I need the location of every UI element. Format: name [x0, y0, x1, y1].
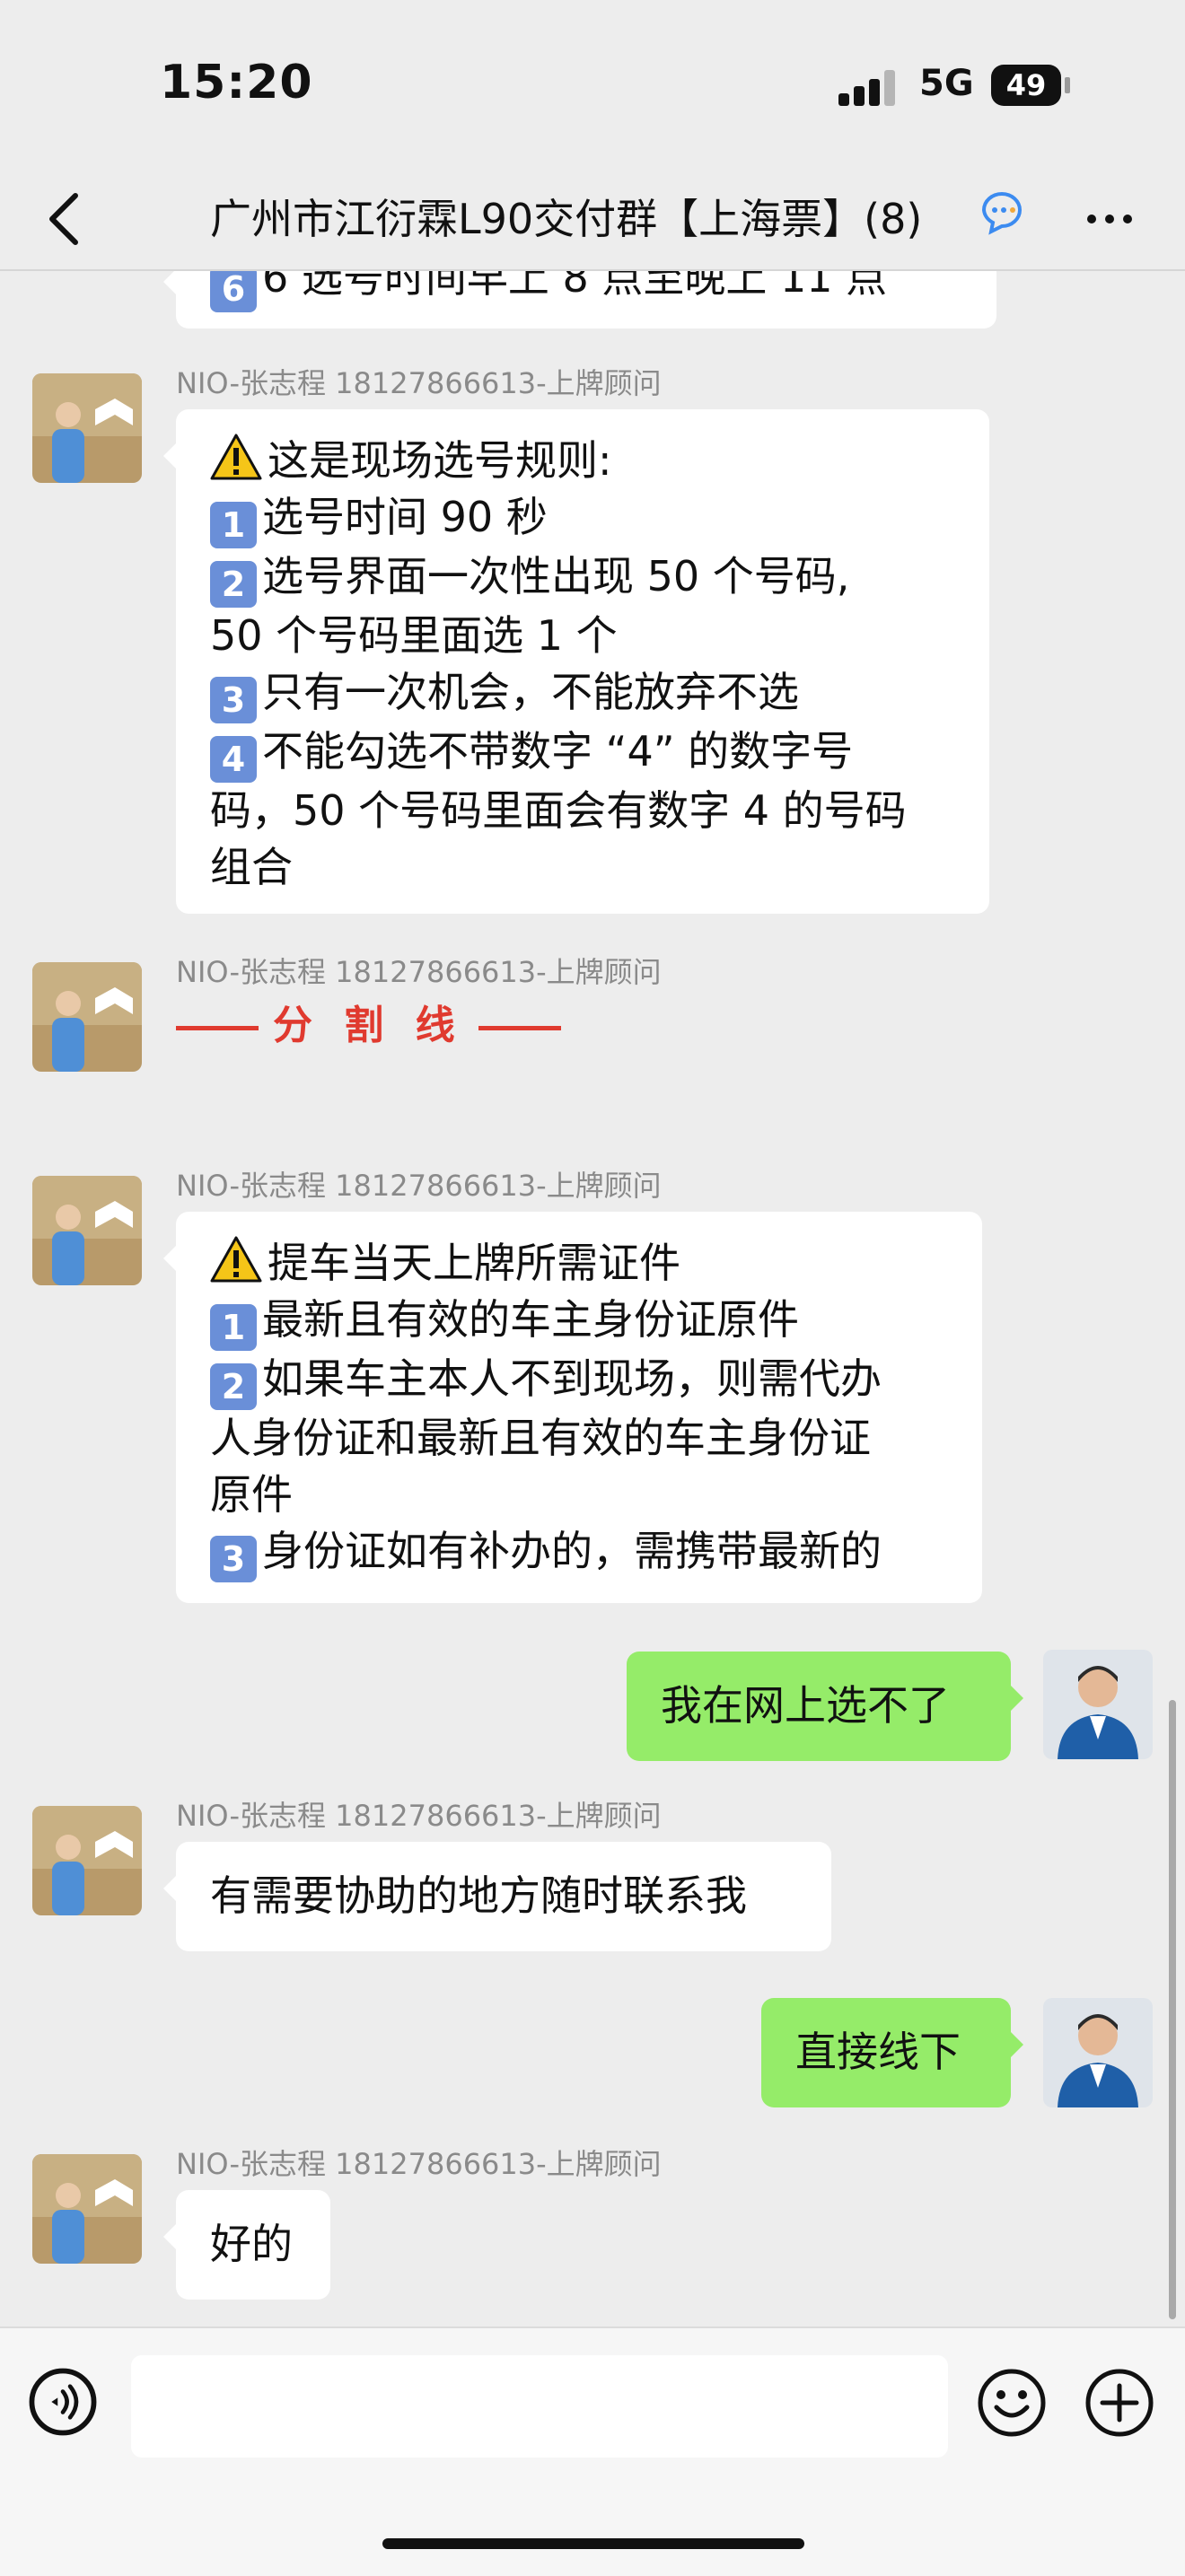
chat-title: 广州市江衍霖L90交付群【上海票】(8): [210, 195, 923, 243]
message-input[interactable]: [131, 2355, 948, 2458]
message-text: 只有一次机会，不能放弃不选: [262, 668, 799, 716]
message-text: 6 选号时间早上 8 点至晚上 11 点: [262, 271, 888, 302]
message-bubble[interactable]: 好的: [163, 2190, 330, 2300]
message-text: 码，50 个号码里面会有数字 4 的号码: [210, 786, 907, 835]
avatar[interactable]: [32, 962, 142, 1072]
avatar-image: [32, 2154, 142, 2264]
divider-message[interactable]: 分 割 线: [176, 993, 575, 1050]
input-bar: [0, 2326, 1185, 2576]
avatar-image: [32, 1176, 142, 1285]
back-chevron-icon[interactable]: [40, 183, 93, 255]
emoji-icon[interactable]: [977, 2368, 1047, 2438]
message-text: 原件: [210, 1470, 293, 1519]
message-line: 4 不能勾选不带数字 “4” 的数字号: [210, 723, 955, 783]
chat-bubble-icon[interactable]: [979, 188, 1025, 235]
signal-strength-icon: [838, 70, 901, 106]
avatar[interactable]: [32, 373, 142, 483]
message-text: 人身份证和最新且有效的车主身份证: [210, 1414, 871, 1462]
message-text: 选号界面一次性出现 50 个号码,: [262, 552, 850, 600]
avatar-image: [32, 1806, 142, 1915]
sender-name: NIO-张志程 18127866613-上牌顾问: [176, 1169, 662, 1203]
sender-name: NIO-张志程 18127866613-上牌顾问: [176, 366, 662, 400]
avatar[interactable]: [32, 2154, 142, 2264]
avatar-image: [1043, 1650, 1153, 1759]
keycap-icon: 2: [210, 1363, 257, 1410]
sender-name: NIO-张志程 18127866613-上牌顾问: [176, 2147, 662, 2181]
message-text: 这是现场选号规则:: [268, 436, 612, 485]
warning-icon: [210, 1236, 262, 1283]
message-bubble[interactable]: 66 选号时间早上 8 点至晚上 11 点: [163, 271, 996, 329]
message-list[interactable]: 66 选号时间早上 8 点至晚上 11 点 NIO-张志程 1812786661…: [0, 271, 1185, 2326]
message-text: 50 个号码里面选 1 个: [210, 611, 618, 660]
message-text: 好的: [210, 2220, 293, 2268]
message-bubble-outgoing[interactable]: 直接线下: [761, 1998, 1023, 2107]
voice-icon[interactable]: [29, 2368, 97, 2436]
scrollbar[interactable]: [1169, 1700, 1176, 2319]
message-text: 直接线下: [795, 2028, 961, 2076]
message-text: 组合: [210, 843, 293, 891]
chat-header: 广州市江衍霖L90交付群【上海票】(8): [0, 171, 1185, 269]
message-text: 身份证如有补办的，需携带最新的: [262, 1527, 882, 1575]
warning-icon: [210, 434, 262, 480]
battery-cap: [1065, 77, 1070, 93]
avatar[interactable]: [32, 1176, 142, 1285]
my-avatar[interactable]: [1043, 1998, 1153, 2107]
message-line: 提车当天上牌所需证件: [210, 1235, 948, 1292]
message-text: 最新且有效的车主身份证原件: [262, 1295, 799, 1344]
message-line: 2 如果车主本人不到现场，则需代办: [210, 1351, 948, 1410]
message-text: 不能勾选不带数字 “4” 的数字号: [262, 727, 854, 775]
avatar-image: [32, 962, 142, 1072]
more-dots-icon[interactable]: [1083, 192, 1137, 246]
divider-dash: [176, 1025, 259, 1030]
keycap-icon: 3: [210, 1536, 257, 1582]
message-line: 66 选号时间早上 8 点至晚上 11 点: [210, 271, 962, 312]
keycap-icon: 6: [210, 271, 257, 312]
keycap-icon: 1: [210, 502, 257, 548]
keycap-icon: 4: [210, 736, 257, 783]
message-bubble[interactable]: 这是现场选号规则: 1 选号时间 90 秒 2 选号界面一次性出现 50 个号码, …: [163, 409, 989, 914]
message-text: 如果车主本人不到现场，则需代办: [262, 1354, 882, 1403]
home-indicator[interactable]: [382, 2538, 804, 2549]
message-text: 提车当天上牌所需证件: [268, 1239, 680, 1287]
status-time: 15:20: [160, 56, 313, 110]
network-type: 5G: [919, 63, 974, 104]
keycap-icon: 1: [210, 1304, 257, 1351]
sender-name: NIO-张志程 18127866613-上牌顾问: [176, 955, 662, 989]
message-line: 这是现场选号规则:: [210, 433, 955, 489]
battery-icon: 49: [991, 65, 1061, 106]
message-text: 选号时间 90 秒: [262, 493, 548, 541]
message-bubble[interactable]: 有需要协助的地方随时联系我: [163, 1842, 831, 1951]
divider-label: 分 割 线: [273, 1003, 464, 1048]
message-line: 1 选号时间 90 秒: [210, 489, 955, 548]
divider-dash: [478, 1025, 561, 1030]
status-bar: 15:20 5G 49: [0, 0, 1185, 171]
sender-name: NIO-张志程 18127866613-上牌顾问: [176, 1799, 662, 1833]
message-bubble-outgoing[interactable]: 我在网上选不了: [627, 1652, 1023, 1761]
message-line: 3 身份证如有补办的，需携带最新的: [210, 1523, 948, 1582]
my-avatar[interactable]: [1043, 1650, 1153, 1759]
keycap-icon: 2: [210, 561, 257, 608]
message-line: 1 最新且有效的车主身份证原件: [210, 1292, 948, 1351]
message-bubble[interactable]: 提车当天上牌所需证件 1 最新且有效的车主身份证原件 2 如果车主本人不到现场，则需…: [163, 1212, 982, 1603]
message-line: 3 只有一次机会，不能放弃不选: [210, 664, 955, 723]
plus-icon[interactable]: [1084, 2368, 1154, 2438]
message-text: 有需要协助的地方随时联系我: [210, 1871, 747, 1920]
message-text: 我在网上选不了: [661, 1681, 950, 1730]
keycap-icon: 3: [210, 677, 257, 723]
message-line: 2 选号界面一次性出现 50 个号码,: [210, 548, 955, 608]
avatar[interactable]: [32, 1806, 142, 1915]
avatar-image: [1043, 1998, 1153, 2107]
avatar-image: [32, 373, 142, 483]
